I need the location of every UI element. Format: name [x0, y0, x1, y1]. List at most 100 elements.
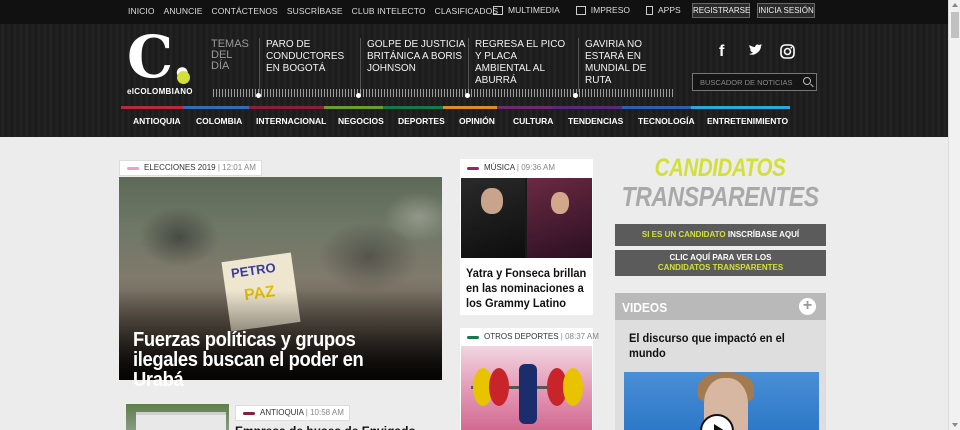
category-label: ELECCIONES 2019 [144, 163, 216, 172]
topic-item[interactable]: GAVIRIA NO ESTARÁ EN MUNDIAL DE RUTA [585, 39, 673, 87]
top-bar: INICIO ANUNCIE CONTÁCTENOS SUSCRÍBASE CL… [0, 0, 948, 24]
timeline-dot [356, 93, 361, 98]
apps-link[interactable]: APPS [646, 5, 681, 15]
topic-divider [578, 38, 579, 92]
main-article-headline[interactable]: Fuerzas políticas y grupos ilegales busc… [133, 330, 409, 390]
music-article-image[interactable] [461, 178, 592, 258]
timeline-dot [256, 93, 261, 98]
video-thumbnail[interactable] [624, 372, 819, 430]
weight-plate [489, 368, 509, 406]
apps-label: APPS [658, 5, 681, 15]
nav-tecnologia[interactable]: TECNOLOGÍA [626, 116, 695, 126]
topic-item[interactable]: PARO DE CONDUCTORES EN BOGOTÁ [266, 39, 358, 75]
color-segment [324, 106, 383, 109]
category-color-bar [243, 412, 255, 415]
topic-divider [468, 38, 469, 92]
nav-deportes[interactable]: DEPORTES [386, 116, 447, 126]
section-color-strip [121, 106, 790, 109]
register-button[interactable]: REGISTRARSE [692, 3, 750, 18]
media-links: MULTIMEDIA IMPRESO APPS [493, 5, 697, 15]
impreso-link[interactable]: IMPRESO [575, 5, 630, 15]
category-color-bar [467, 336, 479, 339]
nav-entretenimiento[interactable]: ENTRETENIMIENTO [695, 116, 795, 126]
search-input[interactable]: BUSCADOR DE NOTICIAS [700, 78, 793, 87]
music-article-tag[interactable]: MÚSICA | 09:36 AM [460, 161, 560, 177]
multimedia-label: MULTIMEDIA [508, 5, 560, 15]
ver-candidatos-button[interactable]: CLIC AQUÍ PARA VER LOS CANDIDATOS TRANSP… [615, 250, 826, 276]
category-color-bar [127, 167, 139, 170]
twitter-icon[interactable] [748, 44, 763, 62]
category-label: MÚSICA [484, 163, 515, 172]
antioquia-article-image[interactable] [126, 404, 229, 430]
nav-antioquia[interactable]: ANTIOQUIA [121, 116, 184, 126]
inscribase-button[interactable]: SI ES UN CANDIDATO INSCRÍBASE AQUÍ [615, 224, 826, 246]
top-link-contactenos[interactable]: CONTÁCTENOS [212, 6, 278, 16]
newspaper-icon [575, 5, 586, 15]
expand-plus-icon[interactable]: + [799, 298, 816, 315]
facebook-icon[interactable]: f [719, 43, 724, 61]
top-link-club-intelecto[interactable]: CLUB INTELECTO [352, 6, 426, 16]
instagram-icon[interactable] [780, 44, 795, 64]
time-label: 09:36 AM [521, 163, 556, 172]
videos-header: VIDEOS + [615, 293, 826, 320]
top-link-anuncie[interactable]: ANUNCIE [164, 6, 203, 16]
topics-timeline [213, 89, 675, 97]
sign-text-top: PETRO [230, 259, 277, 281]
page-scrollbar[interactable] [948, 0, 960, 430]
antioquia-article-tag[interactable]: ANTIOQUIA | 10:58 AM [235, 405, 350, 421]
weightlifter [519, 364, 537, 424]
music-article-headline[interactable]: Yatra y Fonseca brillan en las nominacio… [466, 266, 587, 311]
search-icon[interactable] [803, 77, 811, 85]
color-segment [443, 106, 497, 109]
videos-title[interactable]: VIDEOS [622, 300, 667, 315]
top-link-suscribase[interactable]: SUSCRÍBASE [287, 6, 343, 16]
singer-photo-left [461, 178, 525, 258]
nav-cultura[interactable]: CULTURA [501, 116, 556, 126]
phone-icon [646, 5, 653, 15]
logo-dot [177, 71, 190, 84]
time-label: 12:01 AM [222, 163, 256, 172]
multimedia-link[interactable]: MULTIMEDIA [493, 5, 560, 15]
ver-candidatos-line1: CLIC AQUÍ PARA VER LOS [669, 253, 772, 262]
impreso-label: IMPRESO [590, 5, 630, 15]
nav-negocios[interactable]: NEGOCIOS [326, 116, 386, 126]
main-article-tag[interactable]: ELECCIONES 2019 | 12:01 AM [119, 160, 262, 176]
login-button[interactable]: INICIA SESIÓN [757, 3, 815, 18]
antioquia-article-headline[interactable]: Empresa de buses de Envigado [235, 424, 435, 430]
site-header: C. elCOLOMBIANO TEMAS DEL DÍA PARO DE CO… [0, 24, 948, 137]
category-label: OTROS DEPORTES [484, 332, 559, 341]
transparentes-title[interactable]: TRANSPARENTES [622, 181, 819, 213]
nav-internacional[interactable]: INTERNACIONAL [244, 116, 326, 126]
scrollbar-thumb[interactable] [951, 12, 959, 38]
timeline-dot [465, 93, 470, 98]
ver-candidatos-line2: CANDIDATOS TRANSPARENTES [657, 263, 784, 272]
top-links: INICIO ANUNCIE CONTÁCTENOS SUSCRÍBASE CL… [128, 6, 507, 16]
face [481, 188, 503, 214]
nav-tendencias[interactable]: TENDENCIAS [556, 116, 626, 126]
logo-name: elCOLOMBIANO [127, 87, 193, 96]
topic-item[interactable]: REGRESA EL PICO Y PLACA AMBIENTAL AL ABU… [475, 39, 573, 87]
topic-item[interactable]: GOLPE DE JUSTICIA BRITÁNICA A BORIS JOHN… [367, 39, 467, 75]
search-box[interactable]: BUSCADOR DE NOTICIAS [692, 73, 817, 91]
color-segment [622, 106, 691, 109]
scroll-down-arrow-icon[interactable] [952, 423, 958, 427]
multimedia-icon [493, 5, 503, 15]
nav-opinion[interactable]: OPINIÓN [447, 116, 501, 126]
color-segment [691, 106, 790, 109]
top-link-clasificados[interactable]: CLASIFICADOS [435, 6, 499, 16]
nav-colombia[interactable]: COLOMBIA [184, 116, 244, 126]
face [551, 192, 569, 214]
inscribase-accent: SI ES UN CANDIDATO [641, 230, 726, 239]
site-logo[interactable]: C. elCOLOMBIANO [127, 26, 193, 96]
color-segment [497, 106, 552, 109]
category-color-bar [467, 167, 479, 170]
scroll-up-arrow-icon[interactable] [952, 3, 958, 7]
sports-article-tag[interactable]: OTROS DEPORTES | 08:37 AM [460, 330, 604, 346]
weight-plate [563, 368, 583, 406]
top-link-inicio[interactable]: INICIO [128, 6, 155, 16]
video-title[interactable]: El discurso que impactó en el mundo [629, 331, 795, 361]
videos-widget: VIDEOS + El discurso que impactó en el m… [615, 293, 826, 430]
timeline-dot [573, 93, 578, 98]
sports-article-image[interactable] [461, 346, 592, 430]
candidatos-title[interactable]: CANDIDATOS [633, 154, 807, 183]
